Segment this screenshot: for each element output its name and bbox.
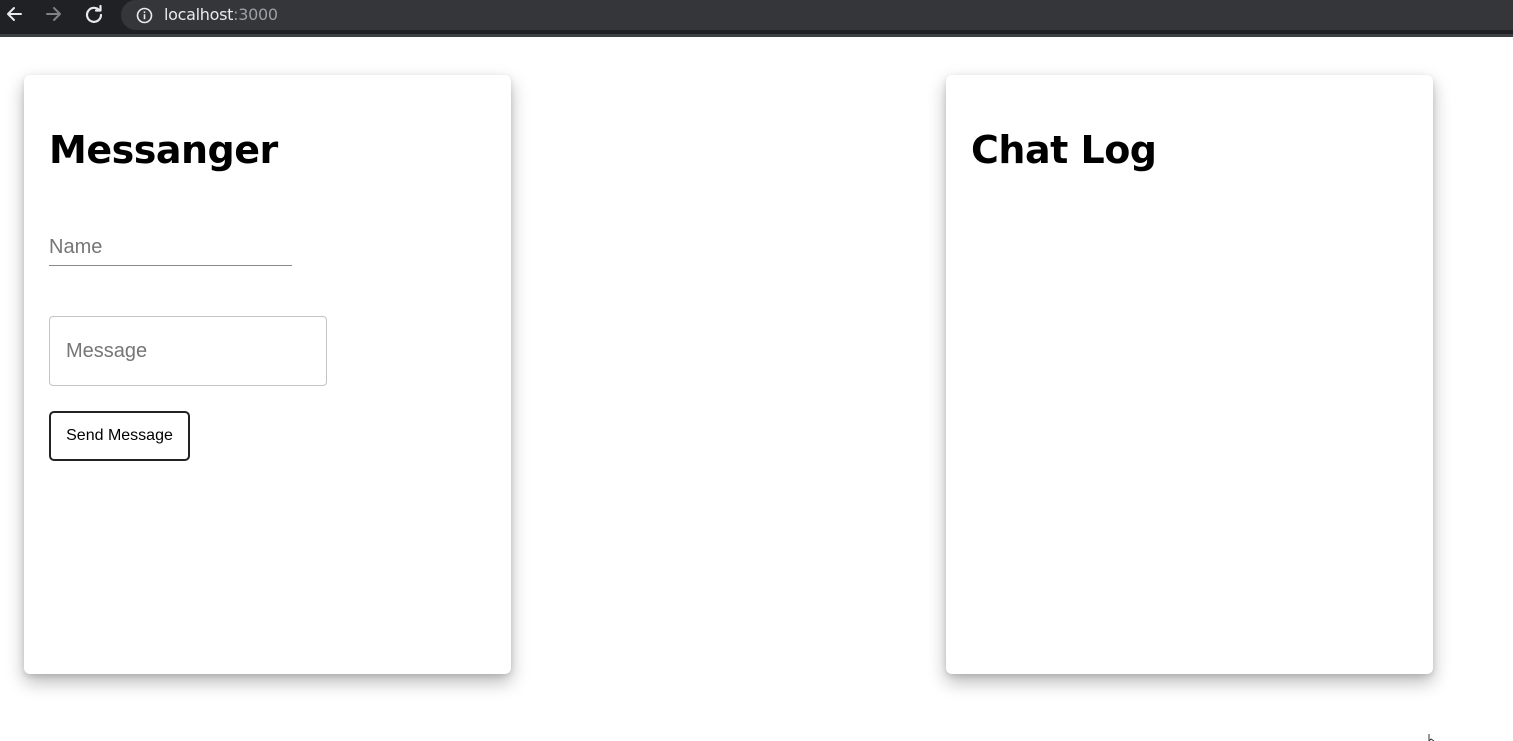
send-message-button[interactable]: Send Message bbox=[49, 411, 190, 461]
chat-log-card: Chat Log bbox=[946, 75, 1433, 674]
chat-log-title: Chat Log bbox=[971, 128, 1157, 172]
url-text: localhost:3000 bbox=[164, 7, 278, 23]
message-input[interactable] bbox=[49, 316, 327, 386]
reload-button[interactable] bbox=[82, 2, 106, 26]
arrow-left-icon bbox=[7, 7, 22, 21]
reload-icon bbox=[85, 4, 103, 23]
browser-toolbar: localhost:3000 bbox=[0, 0, 1513, 37]
arrow-right-icon bbox=[46, 7, 61, 21]
mouse-cursor-icon bbox=[1428, 734, 1435, 741]
forward-button[interactable] bbox=[42, 2, 66, 26]
url-port: :3000 bbox=[233, 5, 278, 24]
info-icon[interactable] bbox=[135, 6, 153, 24]
chat-log-messages bbox=[971, 195, 1408, 645]
name-input[interactable] bbox=[49, 230, 292, 266]
back-button[interactable] bbox=[2, 2, 26, 26]
url-host: localhost bbox=[164, 5, 234, 24]
messenger-title: Messanger bbox=[49, 128, 278, 172]
address-bar[interactable]: localhost:3000 bbox=[121, 0, 1513, 30]
messenger-card: Messanger Send Message bbox=[24, 75, 511, 674]
